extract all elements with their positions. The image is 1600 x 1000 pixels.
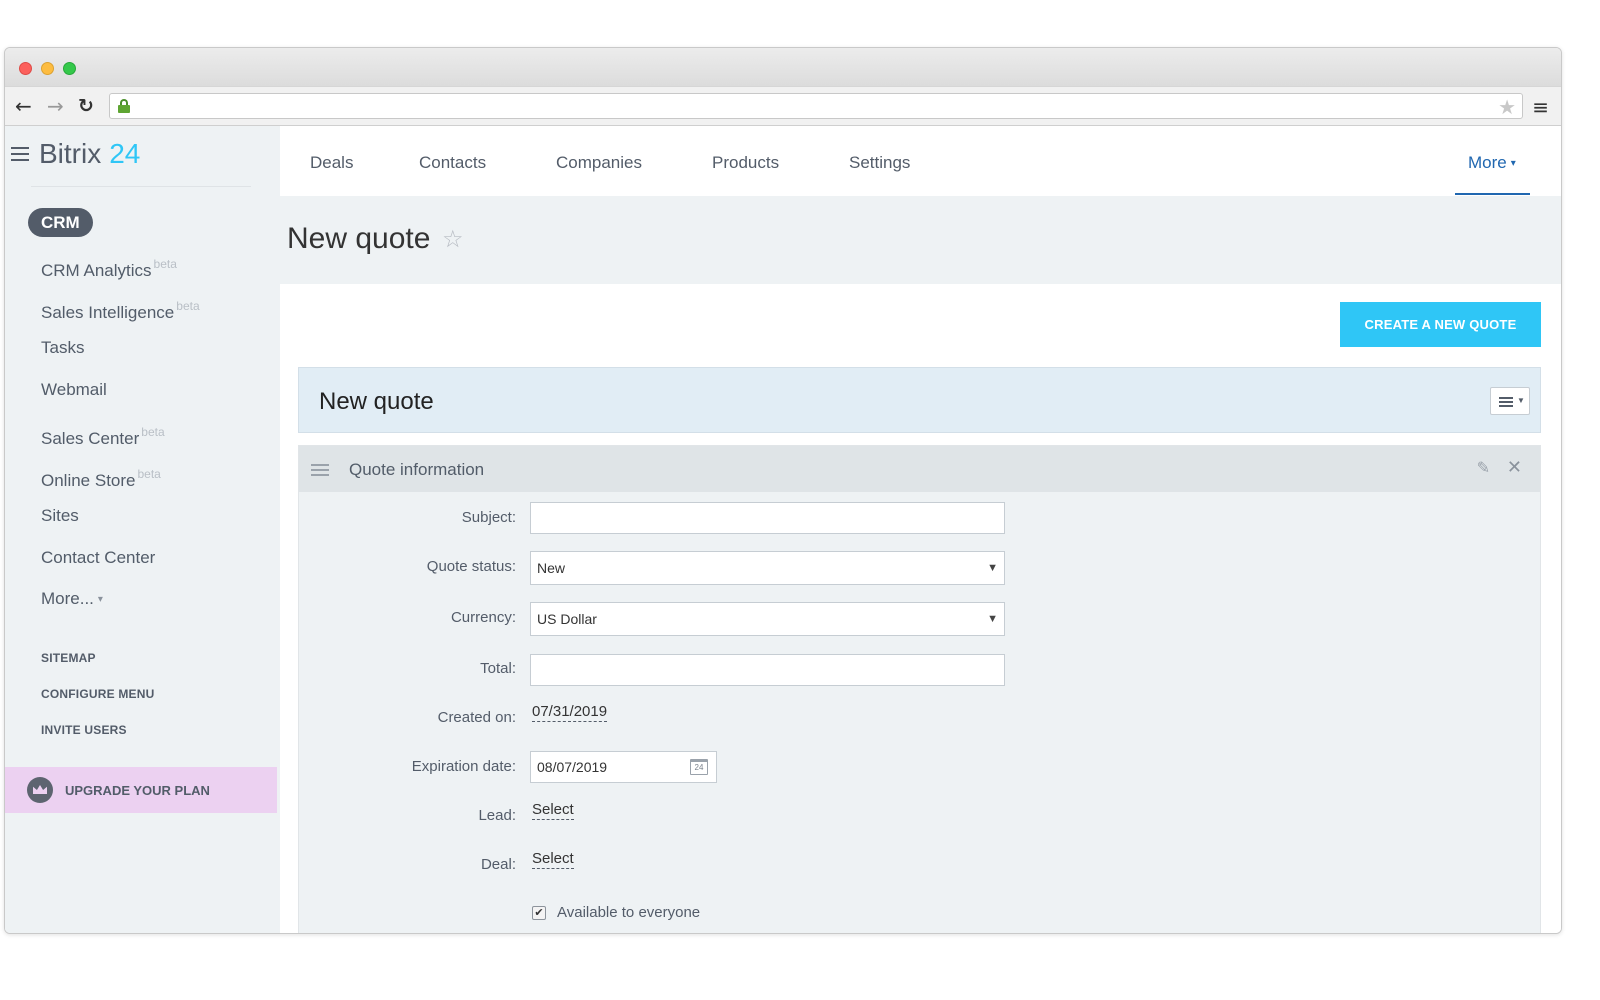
crown-icon — [27, 777, 53, 803]
arrow-right-icon[interactable]: → — [47, 95, 64, 117]
expiration-date-label: Expiration date: — [411, 758, 516, 775]
page-title: New quote — [287, 222, 431, 255]
settings-menu-button[interactable]: ▼ — [1490, 387, 1530, 415]
sidebar-item-crm-analytics[interactable]: CRM Analytics beta — [41, 253, 177, 280]
lead-label: Lead: — [478, 807, 516, 824]
create-new-quote-button[interactable]: CREATE A NEW QUOTE — [1340, 302, 1541, 347]
tab-settings[interactable]: Settings — [849, 153, 910, 173]
divider — [31, 186, 251, 187]
app-container: Bitrix 24 CRM CRM Analytics beta Sales In… — [5, 126, 1561, 933]
calendar-icon[interactable]: 24 — [690, 759, 708, 775]
upgrade-plan-button[interactable]: UPGRADE YOUR PLAN — [5, 767, 277, 813]
sidebar-item-sales-center[interactable]: Sales Center beta — [41, 421, 165, 448]
expiration-date-input[interactable]: 08/07/2019 24 — [530, 751, 717, 783]
left-sidebar: Bitrix 24 CRM CRM Analytics beta Sales In… — [5, 126, 280, 933]
created-on-label: Created on: — [437, 709, 516, 726]
browser-window: ← → ↻ ★ ≡ Bitrix 24 CRM CRM Analytics bet… — [4, 47, 1562, 934]
star-icon[interactable]: ☆ — [442, 225, 464, 253]
currency-label: Currency: — [450, 609, 516, 626]
close-icon[interactable]: ✕ — [1507, 457, 1522, 478]
section-header: Quote information ✎ ✕ — [299, 446, 1540, 492]
quote-status-select[interactable]: New ▼ — [530, 551, 1005, 585]
sidebar-item-online-store[interactable]: Online Store beta — [41, 463, 161, 490]
star-icon[interactable]: ★ — [1498, 95, 1516, 119]
tab-deals[interactable]: Deals — [310, 153, 353, 173]
beta-badge: beta — [141, 425, 165, 439]
upgrade-plan-label: UPGRADE YOUR PLAN — [65, 782, 210, 798]
quote-header-panel: New quote ▼ — [298, 367, 1541, 433]
sidebar-item-tasks[interactable]: Tasks — [41, 337, 84, 359]
currency-value: US Dollar — [537, 611, 597, 627]
browser-toolbar: ← → ↻ ★ ≡ — [5, 86, 1561, 126]
available-to-everyone-checkbox[interactable]: ✔ — [532, 906, 546, 920]
reload-icon[interactable]: ↻ — [78, 95, 94, 117]
list-icon — [1499, 397, 1513, 407]
minimize-window-button[interactable] — [41, 62, 54, 75]
sidebar-item-contact-center[interactable]: Contact Center — [41, 547, 155, 569]
tab-contacts[interactable]: Contacts — [419, 153, 486, 173]
section-title: Quote information — [349, 460, 485, 479]
expiration-date-value: 08/07/2019 — [537, 759, 608, 775]
arrow-left-icon[interactable]: ← — [15, 95, 32, 117]
created-on-date[interactable]: 07/31/2019 — [532, 703, 608, 722]
quote-information-section: Quote information ✎ ✕ Subject: Quote sta… — [298, 445, 1541, 933]
quote-status-label: Quote status: — [426, 558, 516, 575]
dropdown-arrow-icon: ▼ — [987, 562, 998, 574]
logo-number: 24 — [109, 138, 141, 169]
beta-badge: beta — [137, 467, 161, 481]
chevron-down-icon: ▾ — [1510, 158, 1516, 169]
tab-products[interactable]: Products — [712, 153, 779, 173]
lead-select-link[interactable]: Select — [532, 801, 574, 820]
quote-status-value: New — [537, 560, 566, 576]
active-tab-indicator — [1455, 193, 1530, 195]
chevron-down-icon: ▾ — [97, 594, 103, 605]
close-window-button[interactable] — [19, 62, 32, 75]
tab-more[interactable]: More ▾ — [1468, 153, 1516, 173]
quote-panel-title: New quote — [319, 388, 434, 415]
sidebar-item-crm[interactable]: CRM — [28, 208, 93, 237]
window-titlebar — [5, 48, 1561, 86]
sidebar-item-webmail[interactable]: Webmail — [41, 379, 107, 401]
sidebar-item-sites[interactable]: Sites — [41, 505, 79, 527]
total-input[interactable] — [530, 654, 1005, 686]
lock-icon — [118, 99, 130, 113]
main-content: Deals Contacts Companies Products Settin… — [280, 126, 1561, 933]
available-to-everyone-label[interactable]: Available to everyone — [557, 904, 700, 921]
invite-users-link[interactable]: INVITE USERS — [41, 723, 127, 737]
beta-badge: beta — [176, 299, 200, 313]
configure-menu-link[interactable]: CONFIGURE MENU — [41, 687, 154, 701]
dropdown-arrow-icon: ▼ — [987, 613, 998, 625]
beta-badge: beta — [153, 257, 177, 271]
menu-icon[interactable]: ≡ — [1532, 95, 1549, 119]
sidebar-item-sales-intelligence[interactable]: Sales Intelligence beta — [41, 295, 200, 322]
sidebar-item-more[interactable]: More... ▾ — [41, 588, 103, 610]
tab-companies[interactable]: Companies — [556, 153, 642, 173]
total-label: Total: — [480, 660, 516, 677]
subject-input[interactable] — [530, 502, 1005, 534]
chevron-down-icon: ▼ — [1517, 396, 1525, 405]
sitemap-link[interactable]: SITEMAP — [41, 651, 96, 665]
maximize-window-button[interactable] — [63, 62, 76, 75]
pencil-icon[interactable]: ✎ — [1477, 458, 1490, 477]
drag-handle-icon[interactable] — [311, 464, 329, 476]
logo[interactable]: Bitrix 24 — [11, 134, 140, 174]
logo-text: Bitrix — [39, 138, 102, 169]
hamburger-icon[interactable] — [11, 147, 29, 161]
currency-select[interactable]: US Dollar ▼ — [530, 602, 1005, 636]
deal-select-link[interactable]: Select — [532, 850, 574, 869]
subject-label: Subject: — [461, 509, 516, 526]
address-bar[interactable]: ★ — [109, 93, 1523, 119]
top-navigation: Deals Contacts Companies Products Settin… — [280, 126, 1561, 196]
deal-label: Deal: — [480, 856, 516, 873]
work-area: CREATE A NEW QUOTE New quote ▼ Quote inf… — [280, 284, 1561, 933]
